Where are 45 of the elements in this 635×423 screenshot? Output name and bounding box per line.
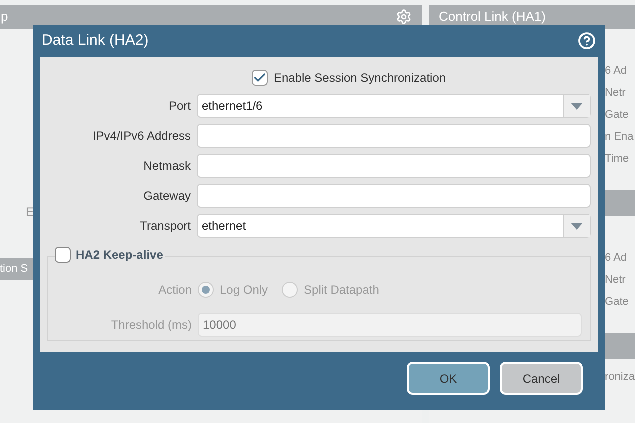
radio-label: Split Datapath	[304, 282, 380, 299]
field-label: Transport	[139, 218, 192, 235]
label: E	[26, 204, 36, 221]
caret-icon	[571, 222, 583, 230]
section-title: tion S	[0, 262, 28, 277]
checkbox-label: Enable Session Synchronization	[274, 70, 446, 87]
cancel-button[interactable]: Cancel	[500, 362, 583, 395]
radio-button[interactable]	[198, 282, 214, 298]
field-value: ethernet1/6	[201, 98, 264, 115]
field-value: ethernet	[201, 218, 248, 235]
field-label: 6 Ad	[605, 64, 628, 79]
dropdown-field[interactable]: ethernet	[197, 214, 591, 238]
field-label: 6 Ad	[605, 251, 628, 266]
field-label: Netr	[605, 86, 626, 101]
field-label: Netmask	[142, 158, 192, 175]
dropdown-field[interactable]: ethernet1/6	[197, 94, 591, 118]
checkbox[interactable]	[252, 70, 268, 86]
field-label: Gate	[605, 295, 629, 310]
field-label: Action	[158, 282, 193, 299]
field-label: Netr	[605, 273, 626, 288]
field-label: Threshold (ms)	[110, 317, 193, 334]
input-field[interactable]	[197, 124, 591, 148]
check-icon	[252, 71, 267, 85]
settings-icon[interactable]	[396, 9, 412, 25]
input-field[interactable]	[197, 154, 591, 178]
checkbox[interactable]	[55, 247, 71, 263]
dropdown-button[interactable]	[563, 95, 590, 117]
ok-button[interactable]: OK	[407, 362, 490, 395]
dialog-title: Data Link (HA2)	[42, 30, 149, 51]
field-label: Gate	[605, 108, 629, 123]
caret-icon	[571, 102, 583, 110]
radio-label: Log Only	[220, 282, 268, 299]
field-label: Port	[168, 98, 192, 115]
field-label: Time	[605, 152, 630, 167]
input-field[interactable]	[197, 184, 591, 208]
field-label: IPv4/IPv6 Address	[92, 128, 192, 145]
radio-button[interactable]	[282, 282, 298, 298]
field-label: roniza	[605, 370, 635, 385]
panel-title: p	[1, 8, 8, 26]
help-icon[interactable]	[578, 32, 596, 50]
panel-title: Control Link (HA1)	[439, 8, 546, 26]
field-label: Gateway	[142, 188, 192, 205]
input-field[interactable]: 10000	[198, 313, 582, 337]
field-label: n Ena	[605, 130, 634, 145]
dropdown-button[interactable]	[563, 215, 590, 237]
